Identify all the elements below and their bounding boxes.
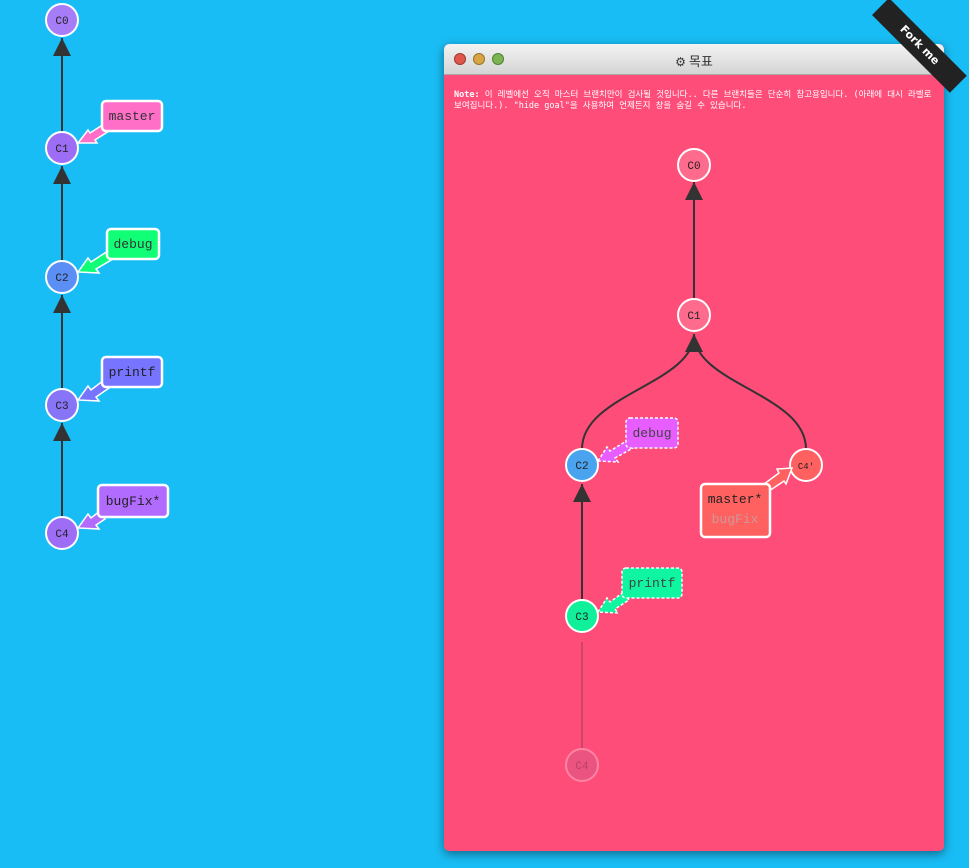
goal-commit-c4prime[interactable]: C4' [789, 448, 823, 482]
branch-bugfix[interactable]: bugFix* [76, 483, 170, 530]
goal-commit-c0[interactable]: C0 [677, 148, 711, 182]
goal-branch-printf-label: printf [629, 576, 676, 591]
branch-printf-label: printf [109, 365, 156, 380]
goal-branch-master-label: master* [708, 492, 763, 507]
commit-c2[interactable]: C2 [45, 260, 79, 294]
goal-commit-c0-label: C0 [687, 161, 700, 173]
goal-commit-c1-label: C1 [687, 311, 701, 323]
commit-c4-label: C4 [55, 529, 69, 541]
goal-window[interactable]: ⚙ 목표 Note: 이 레벨에선 오직 마스터 브랜치만이 검사될 것입니다..… [444, 44, 944, 851]
commit-c2-label: C2 [55, 273, 68, 285]
goal-commit-c2[interactable]: C2 [565, 448, 599, 482]
goal-commit-c3[interactable]: C3 [565, 599, 599, 633]
goal-edge-c4prime-c1 [693, 333, 807, 450]
goal-branch-master[interactable]: master* bugFix [699, 467, 794, 539]
goal-branch-debug-label: debug [632, 426, 671, 441]
goal-commit-c4-label: C4 [575, 761, 589, 773]
branch-printf[interactable]: printf [76, 355, 164, 402]
commit-c3[interactable]: C3 [45, 388, 79, 422]
commit-c0-label: C0 [55, 16, 68, 28]
commit-c4[interactable]: C4 [45, 516, 79, 550]
goal-commit-c4prime-label: C4' [798, 462, 814, 472]
branch-debug[interactable]: debug [76, 227, 161, 274]
branch-master-label: master [109, 109, 156, 124]
goal-branch-debug[interactable]: debug [596, 417, 679, 463]
commit-c0[interactable]: C0 [45, 3, 79, 37]
commit-c1[interactable]: C1 [45, 131, 79, 165]
branch-master[interactable]: master [76, 99, 164, 144]
goal-commit-c4[interactable]: C4 [565, 748, 599, 782]
goal-commit-c2-label: C2 [575, 461, 588, 473]
branch-bugfix-label: bugFix* [106, 494, 161, 509]
goal-commit-c3-label: C3 [575, 612, 588, 624]
goal-tree: C0 C1 C2 C3 C4' C4 debug printf master* … [565, 148, 823, 782]
goal-branch-printf[interactable]: printf [596, 567, 683, 614]
commit-c3-label: C3 [55, 401, 68, 413]
branch-debug-label: debug [113, 237, 152, 252]
goal-branch-bugfix-label: bugFix [712, 512, 759, 527]
goal-commit-c1[interactable]: C1 [677, 298, 711, 332]
commit-c1-label: C1 [55, 144, 69, 156]
